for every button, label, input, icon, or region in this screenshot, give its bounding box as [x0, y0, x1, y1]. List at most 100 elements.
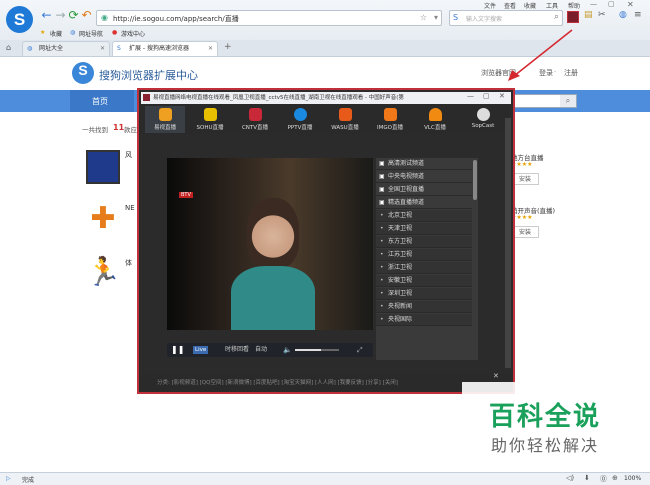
- brand-title: 搜狗浏览器扩展中心: [99, 69, 198, 82]
- source-wasu[interactable]: WASU直播: [325, 106, 365, 133]
- favorites-star-icon: ★: [40, 29, 46, 36]
- back-icon[interactable]: ←: [40, 9, 53, 22]
- channel-item[interactable]: ▣ 高清测试频道: [376, 158, 472, 170]
- star-icon[interactable]: ☆: [420, 13, 427, 22]
- search-box[interactable]: S 输入文字搜索 ⌕: [449, 10, 563, 26]
- live-badge[interactable]: Live: [193, 346, 209, 354]
- watermark-title: 百科全说: [488, 402, 601, 432]
- menu-favorites[interactable]: 收藏: [524, 1, 536, 10]
- new-tab-icon[interactable]: +: [224, 42, 232, 52]
- minimize-icon[interactable]: —: [590, 0, 597, 8]
- pause-icon[interactable]: ❚❚: [171, 343, 184, 357]
- bookmark-nav[interactable]: 网址导航: [79, 29, 103, 38]
- source-sopcast[interactable]: SopCast: [463, 106, 503, 133]
- tv-icon: ▣: [379, 186, 385, 193]
- menu-view[interactable]: 查看: [504, 1, 516, 10]
- result-title[interactable]: NE: [125, 204, 135, 212]
- address-bar[interactable]: ◉ http://ie.sogou.com/app/search/直播 ☆ ▾: [96, 10, 442, 26]
- install-button[interactable]: 安装: [511, 173, 539, 185]
- puzzle-icon: ✚: [90, 201, 116, 236]
- status-toggle-icon[interactable]: ▷: [6, 475, 11, 482]
- channel-item[interactable]: • 江苏卫视: [376, 249, 472, 261]
- channel-label: 高清测试频道: [388, 160, 425, 167]
- channel-item[interactable]: ▣ 全国卫视直播: [376, 184, 472, 196]
- channel-item[interactable]: • 天津卫视: [376, 223, 472, 235]
- live-tv-extension-icon[interactable]: [567, 11, 579, 23]
- popup-maximize-icon[interactable]: ▢: [483, 92, 490, 100]
- bookmark-favorites[interactable]: 收藏: [50, 29, 62, 38]
- source-vlc[interactable]: VLC直播: [415, 106, 455, 133]
- channel-item[interactable]: • 浙江卫视: [376, 262, 472, 274]
- zoom-icon[interactable]: ⊕: [612, 474, 618, 482]
- imgo-icon: [383, 108, 397, 121]
- source-label: WASU直播: [331, 125, 359, 131]
- scissors-icon[interactable]: ✂: [598, 10, 606, 20]
- menu-file[interactable]: 文件: [484, 1, 496, 10]
- page-search-input[interactable]: ⌕: [514, 94, 577, 108]
- bookmark-games[interactable]: 游戏中心: [121, 29, 145, 38]
- channel-item[interactable]: ▣ 中央电视频道: [376, 171, 472, 183]
- source-imgo[interactable]: IMGO直播: [370, 106, 410, 133]
- footer-close-icon[interactable]: ✕: [493, 372, 499, 380]
- download-icon[interactable]: ⬇: [584, 474, 590, 482]
- forward-icon[interactable]: →: [54, 9, 67, 22]
- result-title[interactable]: 体: [125, 258, 132, 268]
- result-title[interactable]: 风: [125, 150, 132, 160]
- security-icon: ◉: [101, 13, 108, 22]
- channel-scrollbar[interactable]: [473, 160, 477, 200]
- zoom-level[interactable]: 100%: [624, 475, 641, 482]
- timeshift-button[interactable]: 时移回看: [225, 343, 249, 357]
- source-label: CNTV直播: [241, 125, 269, 131]
- tab-close-icon[interactable]: ✕: [208, 42, 213, 56]
- popup-minimize-icon[interactable]: —: [467, 92, 474, 100]
- channel-item[interactable]: • 央视国际: [376, 314, 472, 326]
- tab-globe-icon: ◍: [27, 45, 33, 52]
- channel-item[interactable]: • 深圳卫视: [376, 288, 472, 300]
- auto-button[interactable]: 自动: [255, 343, 267, 357]
- tab-close-icon[interactable]: ✕: [100, 42, 105, 56]
- extension-icon[interactable]: ▤: [584, 10, 593, 20]
- popup-close-icon[interactable]: ✕: [499, 92, 505, 100]
- channel-item[interactable]: ▣ 精选直播频道: [376, 197, 472, 209]
- channel-item[interactable]: • 安徽卫视: [376, 275, 472, 287]
- tab-extensions[interactable]: S 扩展 - 搜狗高速浏览器 ✕: [112, 41, 218, 56]
- page-search-icon[interactable]: ⌕: [560, 95, 576, 107]
- maximize-icon[interactable]: ▢: [608, 0, 615, 8]
- tab-sogou-icon: S: [117, 45, 121, 52]
- source-pptv[interactable]: PPTV直播: [280, 106, 320, 133]
- volume-icon[interactable]: 🔈: [283, 343, 292, 357]
- source-bar: 易视直播 SOHU直播 CNTV直播 PPTV直播 WASU直播 IMGO直播 …: [141, 104, 511, 134]
- refresh-icon[interactable]: ⟳: [67, 9, 80, 22]
- vlc-icon: [428, 108, 442, 121]
- channel-item[interactable]: • 北京卫视: [376, 210, 472, 222]
- url-text: http://ie.sogou.com/app/search/直播: [113, 15, 239, 23]
- menu-help[interactable]: 帮助: [568, 1, 580, 10]
- watermark-subtitle: 助你轻松解决: [490, 436, 599, 455]
- channel-item[interactable]: • 央视新闻: [376, 301, 472, 313]
- annotation-arrow-icon: [508, 29, 573, 81]
- source-label: VLC直播: [424, 125, 446, 131]
- source-sohu[interactable]: SOHU直播: [190, 106, 230, 133]
- video-player[interactable]: BTV: [167, 158, 373, 330]
- home-icon[interactable]: ⌂: [6, 43, 11, 52]
- close-window-icon[interactable]: ✕: [627, 0, 634, 9]
- channel-label: 精选直播频道: [388, 199, 425, 206]
- menu-icon[interactable]: ≡: [634, 10, 642, 20]
- install-button[interactable]: 安装: [511, 226, 539, 238]
- volume-level: [295, 349, 321, 351]
- source-label: SOHU直播: [196, 125, 224, 131]
- fullscreen-icon[interactable]: ⤢: [357, 343, 363, 357]
- channel-label: 北京卫视: [388, 212, 413, 219]
- undo-icon[interactable]: ↶: [80, 9, 93, 22]
- speaker-icon[interactable]: ◁): [566, 474, 574, 482]
- dropdown-icon[interactable]: ▾: [434, 13, 438, 22]
- tab-nav[interactable]: ◍ 网址大全 ✕: [22, 41, 110, 56]
- counter-icon: ⓪: [600, 475, 607, 483]
- channel-item[interactable]: • 东方卫视: [376, 236, 472, 248]
- search-icon[interactable]: ⌕: [554, 12, 559, 22]
- source-cntv[interactable]: CNTV直播: [235, 106, 275, 133]
- menu-tools[interactable]: 工具: [546, 1, 558, 10]
- popup-scrollbar[interactable]: [505, 118, 511, 368]
- source-yishi[interactable]: 易视直播: [145, 106, 185, 133]
- globe-icon[interactable]: ◍: [619, 10, 627, 20]
